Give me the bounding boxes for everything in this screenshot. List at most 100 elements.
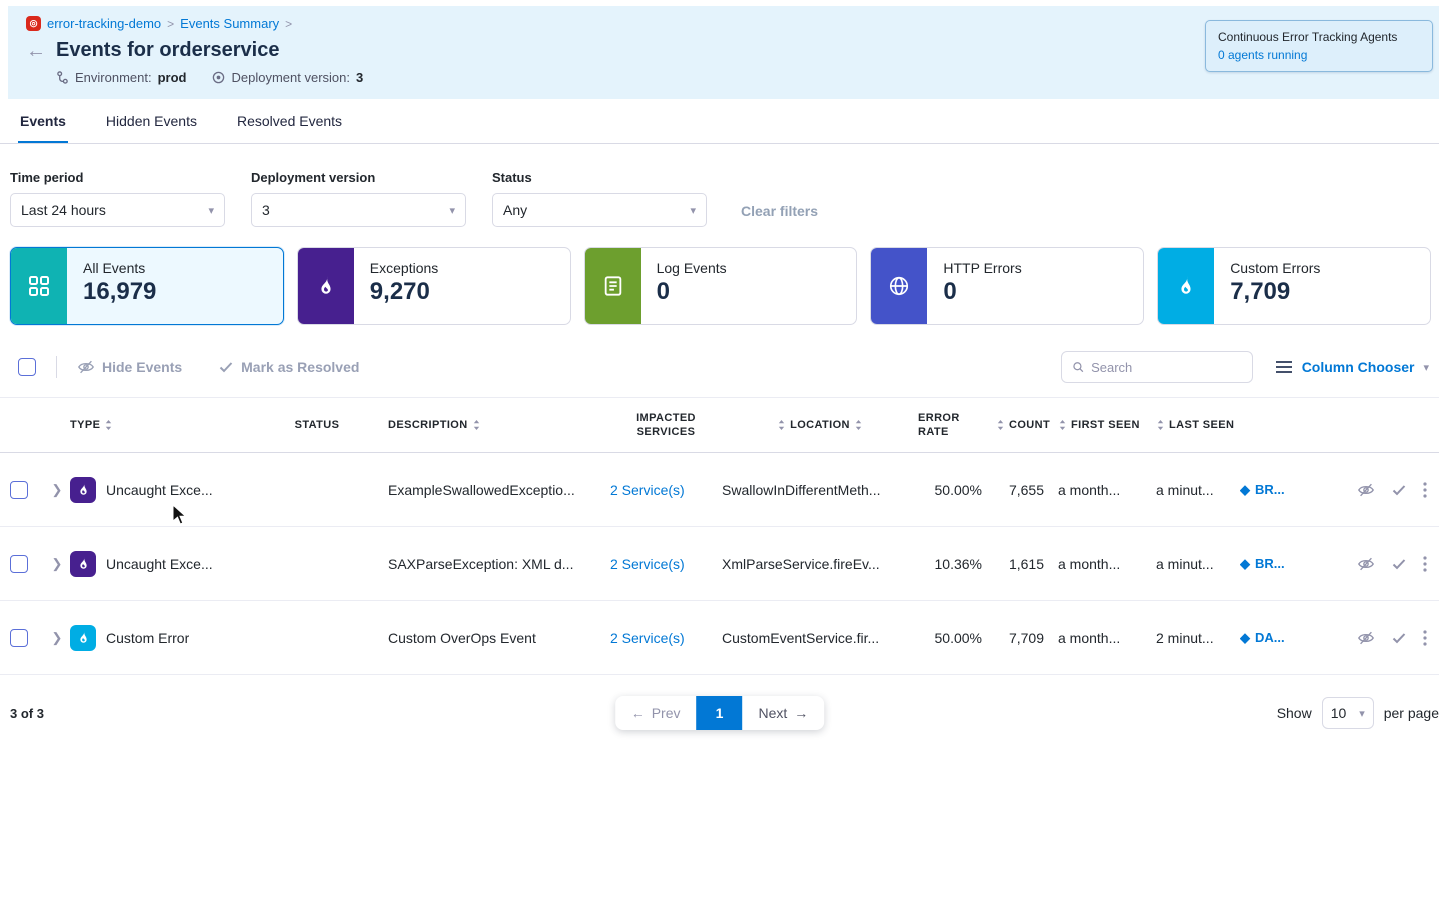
column-header-error-rate[interactable]: ERROR RATE xyxy=(918,411,996,440)
last-seen-value: a minut... xyxy=(1156,556,1240,572)
resolve-check-icon[interactable] xyxy=(1391,556,1407,572)
resolve-check-icon[interactable] xyxy=(1391,482,1407,498)
column-header-count[interactable]: COUNT xyxy=(996,419,1058,431)
page-summary: 3 of 3 xyxy=(10,706,44,721)
select-all-checkbox[interactable] xyxy=(18,358,36,376)
toolbar-divider xyxy=(56,356,57,378)
hide-events-button[interactable]: Hide Events xyxy=(77,358,182,376)
sort-icon xyxy=(472,419,481,431)
expand-chevron-icon[interactable]: ❯ xyxy=(44,482,70,498)
next-page-button[interactable]: Next → xyxy=(743,697,825,729)
count-value: 7,709 xyxy=(996,630,1058,646)
column-header-last-seen[interactable]: LAST SEEN xyxy=(1156,419,1240,431)
event-location: XmlParseService.fireEv... xyxy=(722,556,918,572)
event-type[interactable]: Uncaught Exce... xyxy=(106,556,213,572)
breadcrumb-project-link[interactable]: error-tracking-demo xyxy=(47,16,161,31)
agents-status-box[interactable]: Continuous Error Tracking Agents 0 agent… xyxy=(1205,20,1433,72)
column-header-location[interactable]: LOCATION xyxy=(722,419,918,431)
page-size-select[interactable]: 10 ▾ xyxy=(1322,697,1374,729)
first-seen-value: a month... xyxy=(1058,630,1156,646)
hide-events-label: Hide Events xyxy=(102,359,182,375)
event-location: SwallowInDifferentMeth... xyxy=(722,482,918,498)
deployment-version-label: Deployment version xyxy=(251,170,466,185)
ticket-badge[interactable]: ◆ DA... xyxy=(1240,630,1322,646)
status-select[interactable]: Any ▾ xyxy=(492,193,707,227)
kebab-menu-icon[interactable] xyxy=(1423,482,1427,498)
status-value: Any xyxy=(503,202,527,218)
prev-page-button[interactable]: ← Prev xyxy=(615,697,697,729)
event-description[interactable]: ExampleSwallowedExceptio... xyxy=(388,482,610,498)
ticket-badge[interactable]: ◆ BR... xyxy=(1240,556,1322,572)
stat-card-label: HTTP Errors xyxy=(943,260,1021,276)
column-header-impacted-services[interactable]: IMPACTED SERVICES xyxy=(610,411,722,440)
back-arrow-icon[interactable]: ← xyxy=(26,41,46,61)
ticket-badge[interactable]: ◆ BR... xyxy=(1240,482,1322,498)
event-description[interactable]: Custom OverOps Event xyxy=(388,630,610,646)
event-location: CustomEventService.fir... xyxy=(722,630,918,646)
error-rate-value: 10.36% xyxy=(918,556,996,572)
error-rate-value: 50.00% xyxy=(918,630,996,646)
column-header-status[interactable]: STATUS xyxy=(246,419,388,431)
stat-card-all-events[interactable]: All Events 16,979 xyxy=(10,247,284,325)
impacted-services-link[interactable]: 2 Service(s) xyxy=(610,630,722,646)
tab-resolved-events[interactable]: Resolved Events xyxy=(235,99,344,143)
deployment-value: 3 xyxy=(356,70,363,85)
resolve-check-icon[interactable] xyxy=(1391,630,1407,646)
column-chooser-button[interactable]: Column Chooser ▾ xyxy=(1275,359,1429,375)
row-checkbox[interactable] xyxy=(10,555,28,573)
clear-filters-button[interactable]: Clear filters xyxy=(741,203,818,219)
expand-chevron-icon[interactable]: ❯ xyxy=(44,630,70,646)
count-value: 1,615 xyxy=(996,556,1058,572)
custom-error-type-icon xyxy=(70,625,96,651)
stat-card-log-events[interactable]: Log Events 0 xyxy=(584,247,858,325)
event-type[interactable]: Uncaught Exce... xyxy=(106,482,213,498)
row-checkbox[interactable] xyxy=(10,629,28,647)
stat-card-http-errors[interactable]: HTTP Errors 0 xyxy=(870,247,1144,325)
mark-resolved-button[interactable]: Mark as Resolved xyxy=(218,359,359,375)
column-header-description[interactable]: DESCRIPTION xyxy=(388,419,610,431)
breadcrumb-page-link[interactable]: Events Summary xyxy=(180,16,279,31)
kebab-menu-icon[interactable] xyxy=(1423,630,1427,646)
stat-card-label: Exceptions xyxy=(370,260,438,276)
impacted-services-link[interactable]: 2 Service(s) xyxy=(610,556,722,572)
kebab-menu-icon[interactable] xyxy=(1423,556,1427,572)
time-period-label: Time period xyxy=(10,170,225,185)
stat-card-exceptions[interactable]: Exceptions 9,270 xyxy=(297,247,571,325)
search-input[interactable] xyxy=(1091,360,1242,375)
expand-chevron-icon[interactable]: ❯ xyxy=(44,556,70,572)
deployment-version-select[interactable]: 3 ▾ xyxy=(251,193,466,227)
column-header-first-seen[interactable]: FIRST SEEN xyxy=(1058,419,1156,431)
hide-event-icon[interactable] xyxy=(1357,629,1375,647)
stat-cards: All Events 16,979 Exceptions 9,270 Log E… xyxy=(0,227,1439,325)
tab-hidden-events[interactable]: Hidden Events xyxy=(104,99,199,143)
column-header-type[interactable]: TYPE xyxy=(70,419,246,431)
hide-event-icon[interactable] xyxy=(1357,481,1375,499)
breadcrumb-separator-icon: > xyxy=(167,17,174,31)
event-type[interactable]: Custom Error xyxy=(106,630,189,646)
table-header-row: TYPE STATUS DESCRIPTION IMPACTED SERVICE… xyxy=(0,397,1439,453)
flame-icon xyxy=(298,248,354,324)
chevron-down-icon: ▾ xyxy=(1359,707,1365,720)
time-period-select[interactable]: Last 24 hours ▾ xyxy=(10,193,225,227)
pagination-bar: 3 of 3 ← Prev 1 Next → Show 10 ▾ per pag… xyxy=(0,675,1439,731)
impacted-services-link[interactable]: 2 Service(s) xyxy=(610,482,722,498)
column-header-label: STATUS xyxy=(295,419,340,431)
row-checkbox[interactable] xyxy=(10,481,28,499)
log-icon xyxy=(585,248,641,324)
column-header-label: FIRST SEEN xyxy=(1071,419,1140,431)
tab-events[interactable]: Events xyxy=(18,99,68,143)
eye-slash-icon xyxy=(77,358,95,376)
per-page-label: per page xyxy=(1384,705,1439,721)
agents-box-title: Continuous Error Tracking Agents xyxy=(1218,30,1420,44)
hide-event-icon[interactable] xyxy=(1357,555,1375,573)
event-description[interactable]: SAXParseException: XML d... xyxy=(388,556,610,572)
column-header-label: LOCATION xyxy=(790,419,850,431)
stat-card-value: 16,979 xyxy=(83,278,156,306)
stat-card-value: 0 xyxy=(943,278,1021,306)
agents-running-link[interactable]: 0 agents running xyxy=(1218,48,1420,62)
ticket-badge-label: DA... xyxy=(1255,630,1285,645)
stat-card-custom-errors[interactable]: Custom Errors 7,709 xyxy=(1157,247,1431,325)
current-page-button[interactable]: 1 xyxy=(697,696,743,730)
sort-icon xyxy=(996,419,1005,431)
environment-label: Environment: xyxy=(75,70,152,85)
